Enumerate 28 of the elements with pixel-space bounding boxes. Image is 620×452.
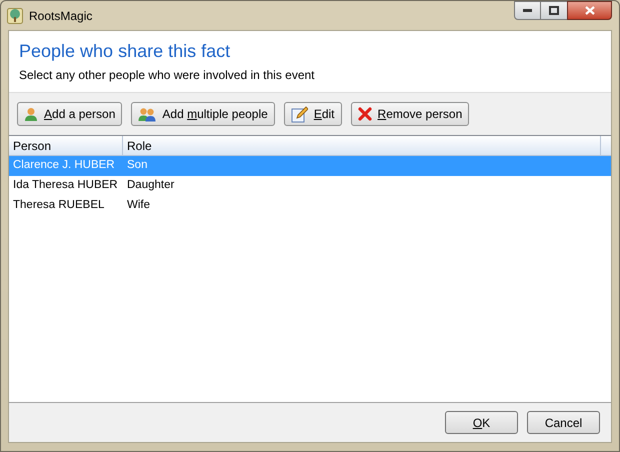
toolbar-button[interactable]: Edit bbox=[284, 102, 342, 126]
table-cell-text: Clarence J. HUBER bbox=[12, 158, 116, 174]
people-icon bbox=[138, 106, 156, 122]
dialog-heading: People who share this fact bbox=[19, 40, 232, 62]
person-icon bbox=[24, 106, 38, 122]
toolbar-button[interactable]: Add multiple people bbox=[131, 102, 275, 126]
minimize-icon bbox=[523, 9, 532, 12]
table-cell-text: Daughter bbox=[126, 178, 176, 194]
close-button[interactable] bbox=[567, 1, 612, 20]
column-header[interactable]: Role bbox=[127, 136, 152, 154]
minimize-button[interactable] bbox=[514, 1, 541, 20]
tree-icon bbox=[7, 8, 23, 24]
cross-icon bbox=[358, 107, 372, 121]
cancel-button[interactable]: Cancel bbox=[527, 411, 600, 434]
window-title: RootsMagic bbox=[29, 8, 92, 24]
toolbar-button[interactable]: Add a person bbox=[17, 102, 122, 126]
maximize-button[interactable] bbox=[541, 1, 567, 20]
table-cell-text: Wife bbox=[126, 198, 151, 214]
maximize-icon bbox=[549, 6, 559, 15]
table-cell-text: Son bbox=[126, 158, 148, 174]
toolbar-button[interactable]: Remove person bbox=[350, 102, 470, 126]
pencil-note-icon bbox=[290, 106, 308, 122]
ok-button[interactable]: OK bbox=[445, 411, 518, 434]
dialog-subtitle: Select any other people who were involved in this event bbox=[19, 67, 316, 84]
column-header[interactable]: Person bbox=[13, 136, 52, 154]
table-cell-text: Theresa RUEBEL bbox=[12, 198, 106, 214]
table-cell-text: Ida Theresa HUBER bbox=[12, 178, 119, 194]
close-icon bbox=[584, 6, 594, 15]
